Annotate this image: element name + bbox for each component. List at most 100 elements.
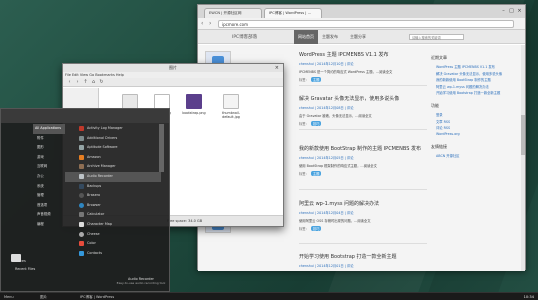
app-item[interactable]: Brasero — [65, 191, 161, 201]
sidebar-link[interactable]: 登录 — [431, 112, 511, 117]
forward-icon[interactable]: › — [209, 21, 211, 27]
app-item[interactable]: Activity Log Manager — [65, 124, 161, 134]
sidebar-link[interactable]: 评论 RSS — [431, 125, 511, 130]
post-excerpt: IPCMENBS 是一个简约的响应式 WordPress 主题，…阅读全文 — [299, 70, 393, 74]
category-item[interactable]: 图形 — [33, 143, 65, 153]
sidebar-link[interactable]: WordPress 主题 IPCMENBS V1.1 发布 — [431, 64, 511, 69]
sidebar-link[interactable]: WordPress.org — [431, 132, 511, 136]
address-input[interactable]: ipcmore.com — [218, 20, 514, 28]
tag-pill[interactable]: 技巧 — [310, 226, 322, 231]
app-item[interactable]: Cheese — [65, 230, 161, 240]
app-label: Color — [87, 241, 96, 246]
up-icon[interactable]: ↑ — [82, 79, 89, 86]
menu-header — [1, 109, 169, 123]
app-item[interactable]: Archive Manager — [65, 162, 161, 172]
app-description: Audio Recorder Easy-to-use audio recordi… — [111, 277, 171, 285]
category-item[interactable]: 编程 — [33, 220, 65, 230]
category-item[interactable]: 首选项 — [33, 201, 65, 211]
app-label: Backups — [87, 183, 102, 188]
file-item[interactable]: bootstrap.png — [179, 94, 209, 115]
refresh-icon[interactable]: ↻ — [98, 79, 105, 86]
tag-pill[interactable]: 主题 — [310, 171, 322, 176]
back-icon[interactable]: ‹ — [201, 21, 203, 27]
category-item[interactable]: 声音视频 — [33, 210, 65, 220]
post-item: 我的新款使用 BootStrap 制作的主题 IPCMENBS 发布 chens… — [299, 145, 427, 176]
browser-tab-2[interactable]: IPC博客 | WordPress | ... — [264, 8, 322, 18]
taskbar-menu-button[interactable]: Menu — [4, 294, 14, 300]
scrollbar-thumb[interactable] — [521, 115, 525, 155]
post-meta-text: chenshui | 2014年12月01日 | 评论 — [299, 264, 354, 268]
close-icon[interactable]: × — [516, 8, 523, 14]
sidebar-link[interactable]: ABCN 开源社区 — [431, 153, 511, 158]
app-item[interactable]: Browser — [65, 201, 161, 211]
browser-tab-1[interactable]: EWCN | 开源社区网 — [204, 8, 262, 18]
site-search-input[interactable]: 请输入搜索的关键词 — [409, 34, 464, 40]
app-item[interactable]: Color — [65, 239, 161, 249]
app-icon — [79, 212, 84, 218]
search-placeholder: 请输入搜索的关键词 — [412, 36, 441, 40]
app-item[interactable]: Amazon — [65, 153, 161, 163]
divider — [299, 129, 427, 130]
app-item-selected[interactable]: Audio Recorder — [65, 171, 161, 182]
post-title[interactable]: 阿里云 wp-1.myss 问题的解决办法 — [299, 200, 427, 207]
file-item[interactable]: thumbnail-default.jpg — [214, 94, 248, 119]
maximize-icon[interactable]: □ — [508, 8, 515, 14]
app-item[interactable]: Backups — [65, 182, 161, 192]
fm-titlebar: 图片 × — [63, 64, 283, 72]
clock[interactable]: 10:34 — [524, 294, 534, 300]
free-space: Free space: 34.0 GB — [167, 219, 203, 223]
nav-themes[interactable]: 主题发布 — [318, 30, 342, 44]
app-icon — [79, 221, 84, 227]
nav-share[interactable]: 主题分享 — [346, 30, 370, 44]
nav-home[interactable]: 网站首页 — [294, 30, 318, 44]
post-meta-text: chenshui | 2014年12月10日 | 评论 — [299, 62, 354, 66]
places-item[interactable]: Places — [15, 259, 55, 267]
app-label: Aptitude Software — [87, 145, 118, 150]
tag-pill[interactable]: 技巧 — [310, 121, 322, 126]
category-item[interactable]: All Applications — [33, 124, 65, 134]
application-menu[interactable]: All Applications 附件 图形 游戏 互联网 办公 系统 管理 首… — [0, 108, 170, 292]
close-icon[interactable]: × — [275, 64, 279, 72]
post-title[interactable]: 开始学习使用 Bootstrap 打造一款全新主题 — [299, 253, 427, 260]
category-item[interactable]: 附件 — [33, 134, 65, 144]
app-item[interactable]: Calculator — [65, 210, 161, 220]
sidebar-link[interactable]: 我的新款使用 BootStrap 制作的主题 — [431, 77, 511, 82]
file-icon — [186, 94, 202, 109]
post-excerpt: 由于 Gravatar 被墙，头像无法显示，…阅读全文 — [299, 114, 372, 118]
post-tags: 标签： 技巧 — [299, 226, 427, 231]
back-icon[interactable]: ‹ — [66, 79, 73, 86]
browser-scrollbar[interactable] — [521, 45, 525, 271]
sidebar-link[interactable]: 文章 RSS — [431, 119, 511, 124]
tags-label: 标签： — [299, 227, 309, 231]
places-item[interactable]: Recent Files — [15, 267, 55, 275]
minimize-icon[interactable]: – — [500, 8, 507, 14]
app-item[interactable]: Additional Drivers — [65, 134, 161, 144]
sidebar-heading: 近期文章 — [431, 55, 447, 60]
file-name: bootstrap.png — [182, 111, 206, 115]
app-item[interactable]: Aptitude Software — [65, 143, 161, 153]
places-list: Places Recent Files — [15, 259, 55, 275]
post-item: 阿里云 wp-1.myss 问题的解决办法 chenshui | 2014年12… — [299, 200, 427, 231]
forward-icon[interactable]: › — [74, 79, 81, 86]
sidebar-link[interactable]: 阿里云 wp-1.myss 问题的解决办法 — [431, 84, 511, 89]
sidebar-link[interactable]: 解决 Gravatar 头像无法显示，使用多说头像 — [431, 71, 511, 76]
category-item[interactable]: 办公 — [33, 172, 65, 182]
category-item[interactable]: 互联网 — [33, 162, 65, 172]
taskbar-window-item[interactable]: 图片 — [40, 294, 47, 300]
post-excerpt: 使用 BootStrap 框架制作的响应式主题，…阅读全文 — [299, 164, 377, 168]
post-title[interactable]: 我的新款使用 BootStrap 制作的主题 IPCMENBS 发布 — [299, 145, 427, 152]
app-item[interactable]: Character Map — [65, 220, 161, 230]
app-item[interactable]: Contacts — [65, 249, 161, 259]
taskbar-window-item[interactable]: IPC博客 | WordPress — [80, 294, 114, 300]
post-title[interactable]: WordPress 主题 IPCMENBS V1.1 发布 — [299, 51, 427, 58]
app-icon — [79, 183, 84, 189]
category-item[interactable]: 游戏 — [33, 153, 65, 163]
home-icon[interactable]: ⌂ — [90, 79, 97, 86]
menu-scrollbar[interactable] — [159, 124, 164, 172]
post-title[interactable]: 解决 Gravatar 头像无法显示，使用多说头像 — [299, 95, 427, 102]
sidebar-link[interactable]: 开始学习使用 Bootstrap 打造一款全新主题 — [431, 90, 511, 95]
tag-pill[interactable]: 主题 — [310, 77, 322, 82]
site-logo[interactable]: IPC博客部落 — [232, 34, 257, 40]
category-item[interactable]: 管理 — [33, 191, 65, 201]
category-item[interactable]: 系统 — [33, 182, 65, 192]
